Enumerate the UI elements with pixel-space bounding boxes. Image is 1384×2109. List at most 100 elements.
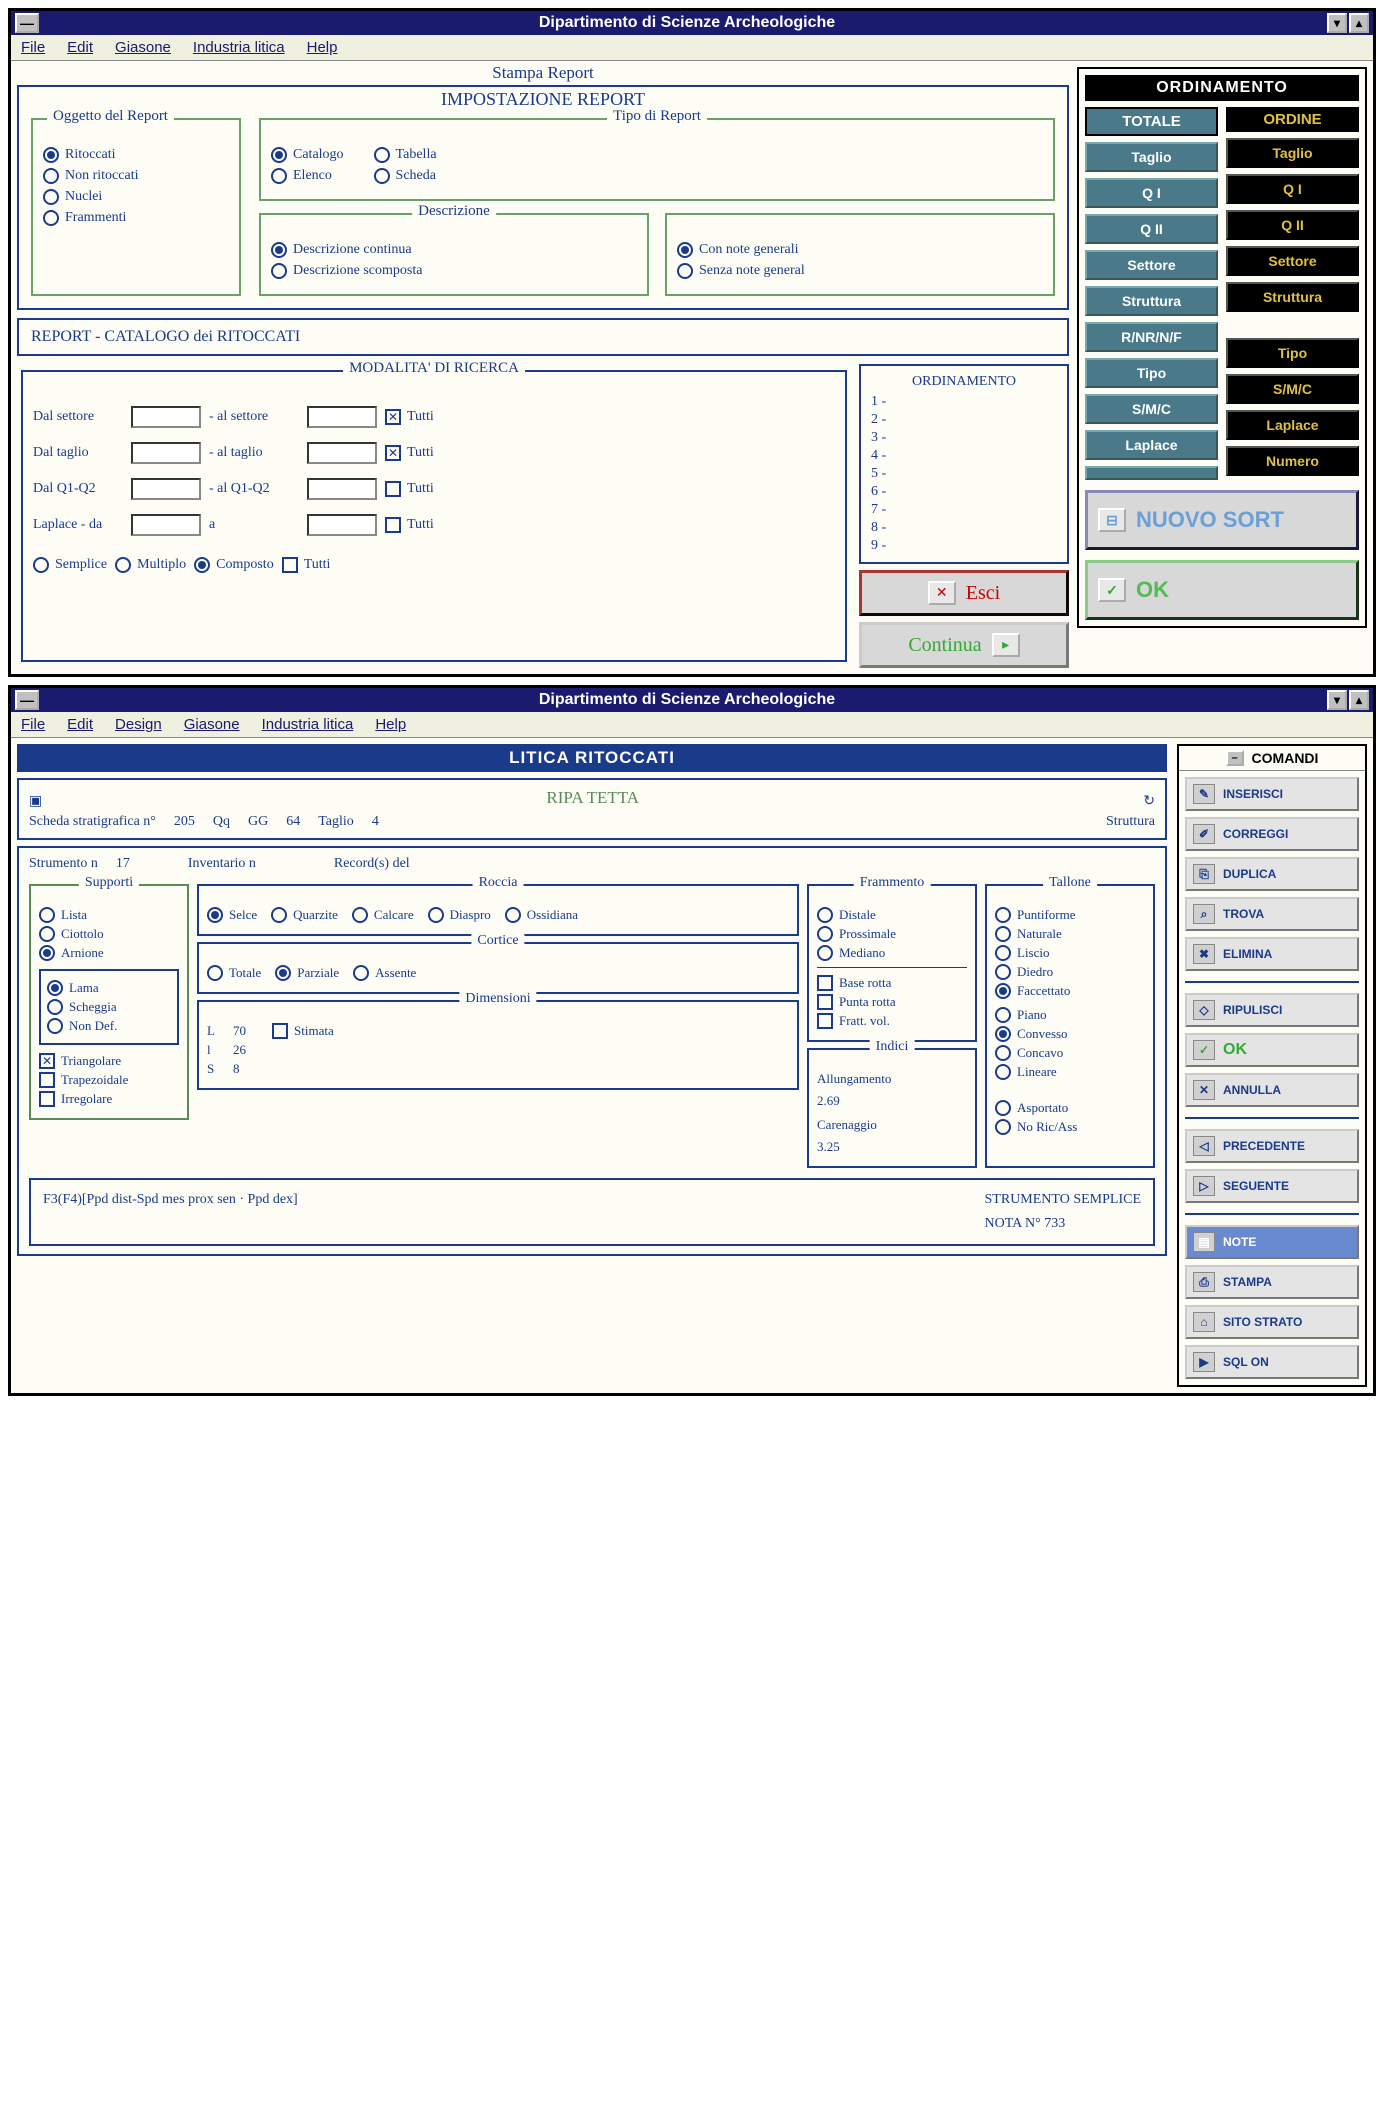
from-input[interactable] — [131, 478, 201, 500]
tutti-check[interactable]: Tutti — [385, 517, 434, 533]
tallone-g1[interactable]: Puntiforme — [995, 907, 1145, 923]
supporti-g2[interactable]: Scheggia — [47, 999, 171, 1015]
cmd-inserisci[interactable]: ✎INSERISCI — [1185, 777, 1359, 811]
cmd-precedente[interactable]: ◁PRECEDENTE — [1185, 1129, 1359, 1163]
ordine-btn[interactable]: Tipo — [1226, 338, 1359, 368]
menu-edit[interactable]: Edit — [67, 716, 93, 733]
tallone-g1[interactable]: Faccettato — [995, 983, 1145, 999]
totale-btn[interactable]: Laplace — [1085, 430, 1218, 460]
roccia-opt[interactable]: Quarzite — [271, 907, 338, 923]
ordine-btn[interactable]: Laplace — [1226, 410, 1359, 440]
menu-help[interactable]: Help — [375, 716, 406, 733]
tallone-g3[interactable]: Asportato — [995, 1100, 1145, 1116]
tallone-g1[interactable]: Liscio — [995, 945, 1145, 961]
supporti-g1[interactable]: Arnione — [39, 945, 179, 961]
from-input[interactable] — [131, 406, 201, 428]
system-menu-icon[interactable] — [15, 13, 39, 33]
tipo-catalogo[interactable]: Catalogo — [271, 147, 344, 163]
cmd-sito-strato[interactable]: ⌂SITO STRATO — [1185, 1305, 1359, 1339]
totale-btn[interactable]: R/NR/N/F — [1085, 322, 1218, 352]
tallone-g2[interactable]: Lineare — [995, 1064, 1145, 1080]
frammento-chk[interactable]: Base rotta — [817, 975, 967, 991]
cmd-correggi[interactable]: ✐CORREGGI — [1185, 817, 1359, 851]
menu-industria[interactable]: Industria litica — [193, 39, 285, 56]
menu-industria[interactable]: Industria litica — [262, 716, 354, 733]
supporti-g1[interactable]: Ciottolo — [39, 926, 179, 942]
cmd-duplica[interactable]: ⎘DUPLICA — [1185, 857, 1359, 891]
ordine-btn[interactable]: Q I — [1226, 174, 1359, 204]
to-input[interactable] — [307, 514, 377, 536]
cortice-opt[interactable]: Assente — [353, 965, 416, 981]
doc-icon[interactable]: ▣ — [29, 793, 42, 810]
from-input[interactable] — [131, 442, 201, 464]
menu-file[interactable]: File — [21, 39, 45, 56]
totale-btn[interactable]: Taglio — [1085, 142, 1218, 172]
totale-btn[interactable] — [1085, 466, 1218, 480]
menu-edit[interactable]: Edit — [67, 39, 93, 56]
to-input[interactable] — [307, 478, 377, 500]
frammento-chk[interactable]: Fratt. vol. — [817, 1013, 967, 1029]
minimize-icon[interactable]: ▾ — [1327, 13, 1347, 33]
oggetto-frammenti[interactable]: Frammenti — [43, 210, 229, 226]
frammento-opt[interactable]: Mediano — [817, 945, 967, 961]
tutti-check[interactable]: Tutti — [385, 445, 434, 461]
tipo-tabella[interactable]: Tabella — [374, 147, 437, 163]
menu-file[interactable]: File — [21, 716, 45, 733]
supporti-g3[interactable]: Irregolare — [39, 1091, 179, 1107]
stimata-check[interactable] — [272, 1023, 288, 1039]
mode-semplice[interactable]: Semplice — [33, 557, 107, 573]
cmd-elimina[interactable]: ✖ELIMINA — [1185, 937, 1359, 971]
supporti-g3[interactable]: Triangolare — [39, 1053, 179, 1069]
totale-btn[interactable]: Tipo — [1085, 358, 1218, 388]
maximize-icon[interactable]: ▴ — [1349, 13, 1369, 33]
mode-composto[interactable]: Composto — [194, 557, 274, 573]
system-menu-icon[interactable] — [15, 690, 39, 710]
note-senza[interactable]: Senza note general — [677, 263, 1043, 279]
ordine-btn[interactable]: S/M/C — [1226, 374, 1359, 404]
menubar-2[interactable]: File Edit Design Giasone Industria litic… — [11, 712, 1373, 738]
roccia-opt[interactable]: Diaspro — [428, 907, 491, 923]
from-input[interactable] — [131, 514, 201, 536]
descr-scomposta[interactable]: Descrizione scomposta — [271, 263, 637, 279]
tipo-scheda[interactable]: Scheda — [374, 168, 437, 184]
descr-continua[interactable]: Descrizione continua — [271, 242, 637, 258]
frammento-opt[interactable]: Distale — [817, 907, 967, 923]
ordine-btn[interactable]: Settore — [1226, 246, 1359, 276]
supporti-g1[interactable]: Lista — [39, 907, 179, 923]
cortice-opt[interactable]: Parziale — [275, 965, 339, 981]
cmd-trova[interactable]: ⌕TROVA — [1185, 897, 1359, 931]
tipo-elenco[interactable]: Elenco — [271, 168, 344, 184]
tallone-g2[interactable]: Convesso — [995, 1026, 1145, 1042]
note-con[interactable]: Con note generali — [677, 242, 1043, 258]
ordine-btn[interactable]: Taglio — [1226, 138, 1359, 168]
mode-multiplo[interactable]: Multiplo — [115, 557, 186, 573]
oggetto-nuclei[interactable]: Nuclei — [43, 189, 229, 205]
tutti-check[interactable]: Tutti — [385, 409, 434, 425]
cmd-annulla[interactable]: ✕ANNULLA — [1185, 1073, 1359, 1107]
menubar[interactable]: File Edit Giasone Industria litica Help — [11, 35, 1373, 61]
minimize-icon[interactable]: – — [1226, 750, 1244, 766]
cmd-seguente[interactable]: ▷SEGUENTE — [1185, 1169, 1359, 1203]
tallone-g1[interactable]: Naturale — [995, 926, 1145, 942]
roccia-opt[interactable]: Calcare — [352, 907, 414, 923]
tallone-g3[interactable]: No Ric/Ass — [995, 1119, 1145, 1135]
menu-help[interactable]: Help — [307, 39, 338, 56]
menu-design[interactable]: Design — [115, 716, 162, 733]
ok-button[interactable]: ✓ OK — [1085, 560, 1359, 620]
supporti-g2[interactable]: Lama — [47, 980, 171, 996]
menu-giasone[interactable]: Giasone — [115, 39, 171, 56]
maximize-icon[interactable]: ▴ — [1349, 690, 1369, 710]
roccia-opt[interactable]: Selce — [207, 907, 257, 923]
cmd-sql-on[interactable]: ▶SQL ON — [1185, 1345, 1359, 1379]
esci-button[interactable]: ✕ Esci — [859, 570, 1069, 616]
ordine-btn[interactable]: Struttura — [1226, 282, 1359, 312]
ordine-btn[interactable]: Q II — [1226, 210, 1359, 240]
supporti-g3[interactable]: Trapezoidale — [39, 1072, 179, 1088]
cortice-opt[interactable]: Totale — [207, 965, 261, 981]
continua-button[interactable]: Continua ▸ — [859, 622, 1069, 668]
oggetto-ritoccati[interactable]: Ritoccati — [43, 147, 229, 163]
to-input[interactable] — [307, 442, 377, 464]
roccia-opt[interactable]: Ossidiana — [505, 907, 578, 923]
nuovo-sort-button[interactable]: ⊟ NUOVO SORT — [1085, 490, 1359, 550]
tallone-g1[interactable]: Diedro — [995, 964, 1145, 980]
